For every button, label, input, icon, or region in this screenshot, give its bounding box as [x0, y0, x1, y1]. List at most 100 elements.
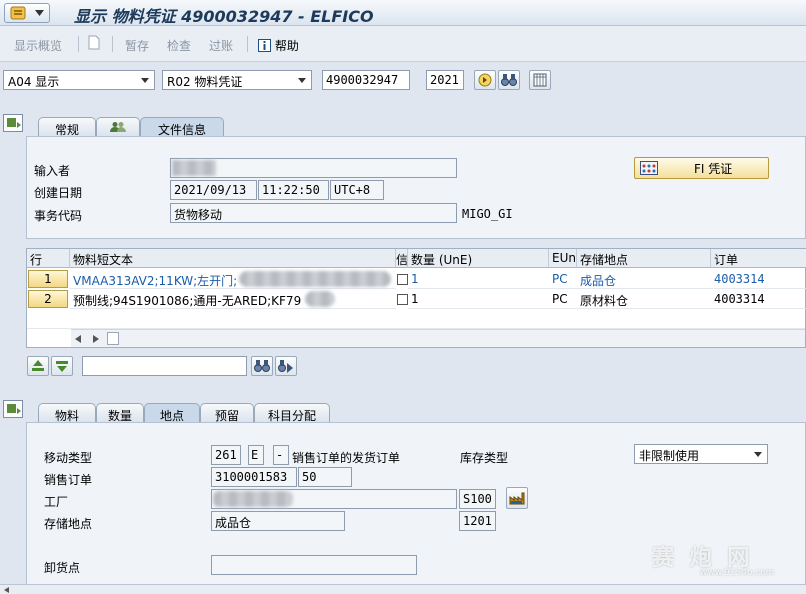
table-icon — [533, 73, 547, 87]
sloc-code-field: 1201 — [459, 511, 496, 531]
timezone-field: UTC+8 — [330, 180, 384, 200]
scroll-thumb[interactable] — [107, 332, 119, 345]
doc-type-value: R02 物料凭证 — [167, 75, 243, 89]
row-select-button[interactable]: 2 — [28, 290, 68, 308]
redacted-user — [172, 160, 216, 176]
unit-cell[interactable]: PC — [549, 269, 577, 289]
app-menu-button[interactable] — [4, 3, 50, 23]
post-button[interactable]: 过账 — [209, 37, 233, 54]
column-header-order[interactable]: 订单 — [711, 249, 806, 268]
empty-row — [27, 309, 805, 329]
sloc-cell[interactable]: 成品仓 — [577, 269, 711, 289]
detail-toggle-button[interactable] — [3, 400, 23, 421]
material-text-cell[interactable]: 预制线;94S1901086;通用-无ARED;KF79 — [70, 289, 396, 309]
menu-icon — [10, 6, 26, 20]
column-header-flag[interactable]: 信 — [396, 249, 408, 268]
toolbar-separator — [112, 36, 113, 52]
help-label: 帮助 — [274, 39, 299, 53]
movement-dash-field: - — [273, 445, 289, 465]
accounting-icon — [640, 161, 658, 175]
tab-material[interactable]: 物料 — [38, 403, 96, 423]
doc-number-input[interactable]: 4900032947 — [322, 70, 410, 90]
column-header-unit[interactable]: EUn — [549, 249, 577, 268]
table-search-input[interactable] — [82, 356, 247, 376]
fi-document-button[interactable]: FI 凭证 — [634, 157, 769, 179]
order-cell[interactable]: 4003314 — [711, 269, 806, 289]
movement-type-field: 261 — [211, 445, 241, 465]
action-dropdown[interactable]: A04 显示 — [3, 70, 155, 90]
qty-cell[interactable]: 1 — [408, 269, 549, 289]
tab-doc-info[interactable]: 文件信息 — [140, 117, 224, 137]
collapse-header-icon — [3, 114, 23, 132]
row-checkbox[interactable] — [397, 294, 408, 305]
scroll-right-icon — [93, 335, 99, 343]
select-all-button[interactable] — [27, 356, 49, 376]
sloc-desc-field: 成品仓 — [211, 511, 345, 531]
redacted-text — [305, 291, 335, 307]
chevron-down-icon — [141, 78, 149, 83]
header-toggle-button[interactable] — [3, 114, 23, 135]
column-header-sloc[interactable]: 存储地点 — [577, 249, 711, 268]
chevron-down-icon — [298, 78, 306, 83]
action-value: A04 显示 — [8, 75, 60, 89]
people-icon — [110, 122, 126, 132]
tab-location[interactable]: 地点 — [144, 403, 200, 423]
find-next-icon — [278, 360, 293, 373]
sloc-label: 存储地点 — [44, 517, 93, 531]
chevron-down-icon — [35, 10, 45, 16]
column-header-qty[interactable]: 数量 (UnE) — [408, 249, 549, 268]
doc-type-dropdown[interactable]: R02 物料凭证 — [162, 70, 312, 90]
items-table: 行 物料短文本 信 数量 (UnE) EUn 存储地点 订单 1 VMAA313… — [26, 248, 806, 348]
plant-details-button[interactable] — [506, 487, 528, 509]
info-icon — [258, 39, 271, 52]
qty-cell[interactable]: 1 — [408, 289, 549, 309]
find-button[interactable] — [498, 70, 520, 90]
execute-button[interactable] — [474, 70, 496, 90]
deselect-all-icon — [56, 361, 68, 372]
plant-label: 工厂 — [44, 495, 69, 509]
stock-type-dropdown[interactable]: 非限制使用 — [634, 444, 768, 464]
unit-cell[interactable]: PC — [549, 289, 577, 309]
year-input[interactable]: 2021 — [426, 70, 464, 90]
help-button[interactable]: 帮助 — [258, 37, 299, 54]
tab-general[interactable]: 常规 — [38, 117, 96, 137]
sloc-cell[interactable]: 原材料仓 — [577, 289, 711, 309]
created-on-label: 创建日期 — [34, 186, 83, 200]
bottom-scrollbar[interactable] — [0, 584, 806, 594]
date-field: 2021/09/13 — [170, 180, 257, 200]
sales-order-field: 3100001583 — [211, 467, 297, 487]
execute-icon — [478, 73, 492, 87]
hold-button[interactable]: 暂存 — [125, 37, 149, 54]
select-all-icon — [32, 360, 44, 371]
header-panel — [26, 136, 806, 239]
movement-type-label: 移动类型 — [44, 451, 93, 465]
trans-code-label: 事务代码 — [34, 209, 83, 223]
chevron-down-icon — [754, 452, 762, 457]
toolbar-separator — [78, 36, 79, 52]
new-document-icon[interactable] — [88, 35, 100, 53]
fi-document-label: FI 凭证 — [694, 161, 733, 176]
grid-button[interactable] — [529, 70, 551, 90]
column-header-line[interactable]: 行 — [27, 249, 70, 268]
tab-account-assignment[interactable]: 科目分配 — [254, 403, 330, 423]
stock-type-label: 库存类型 — [460, 451, 509, 465]
tab-quantity[interactable]: 数量 — [96, 403, 144, 423]
stock-type-value: 非限制使用 — [639, 449, 700, 463]
overview-button[interactable]: 显示概览 — [14, 37, 62, 54]
tab-reservation[interactable]: 预留 — [200, 403, 254, 423]
scroll-left-icon — [75, 335, 81, 343]
find-button[interactable] — [251, 356, 273, 376]
deselect-all-button[interactable] — [51, 356, 73, 376]
tab-partners[interactable] — [96, 117, 140, 137]
column-header-text[interactable]: 物料短文本 — [70, 249, 396, 268]
movement-flag-field: E — [248, 445, 264, 465]
order-cell[interactable]: 4003314 — [711, 289, 806, 309]
check-button[interactable]: 检查 — [167, 37, 191, 54]
watermark-url: www.9154o.com — [700, 568, 775, 578]
trans-code-value: MIGO_GI — [462, 207, 513, 221]
row-checkbox[interactable] — [397, 274, 408, 285]
horizontal-scrollbar[interactable] — [71, 329, 805, 347]
find-next-button[interactable] — [275, 356, 297, 376]
unloading-point-field — [211, 555, 417, 575]
row-select-button[interactable]: 1 — [28, 270, 68, 288]
